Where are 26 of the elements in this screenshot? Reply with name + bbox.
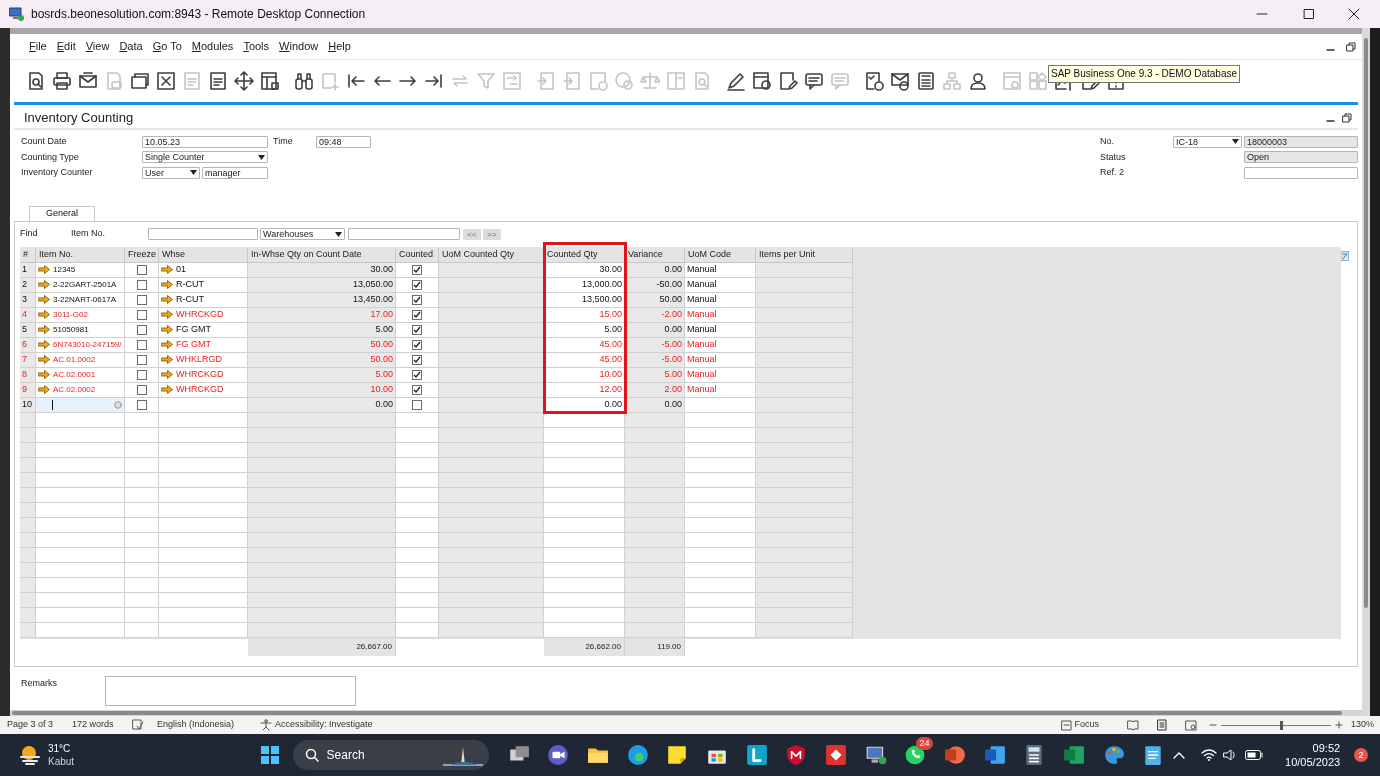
field-label: Item No. [71, 227, 106, 241]
field-label: Find [20, 227, 39, 241]
field-label: Counting Type [21, 150, 80, 164]
warehouse-code: 01 [176, 262, 186, 276]
field-label: No. [1100, 135, 1115, 148]
field-label: Time [273, 135, 294, 148]
field-label: Remarks [21, 676, 58, 690]
warehouse-code: WHRCKGD [176, 307, 224, 321]
warehouse-code: FG GMT [176, 337, 211, 351]
field-label: Status [1100, 150, 1127, 164]
warehouse-code: FG GMT [176, 322, 211, 336]
warehouse-code: R-CUT [176, 277, 204, 291]
field-label: Count Date [21, 135, 68, 148]
form-title: Inventory Counting [24, 109, 134, 128]
warehouse-code: WHRCKGD [176, 382, 224, 396]
window-title: bosrds.beonesolution.com:8943 - Remote Desktop Connection [31, 6, 366, 23]
field-label: Ref. 2 [1100, 166, 1125, 179]
notification-badge: 24 [916, 737, 933, 750]
warehouse-code: WHRCKGD [176, 367, 224, 381]
total-cell: 26,662.00 [544, 638, 625, 656]
warehouse-code: WHKLRGD [176, 352, 222, 366]
tooltip: SAP Business One 9.3 - DEMO Database [1048, 65, 1240, 83]
field-label: Inventory Counter [21, 166, 94, 179]
total-cell: 119.00 [625, 638, 685, 656]
warehouse-code: R-CUT [176, 292, 204, 306]
total-cell: 26,667.00 [248, 638, 396, 656]
